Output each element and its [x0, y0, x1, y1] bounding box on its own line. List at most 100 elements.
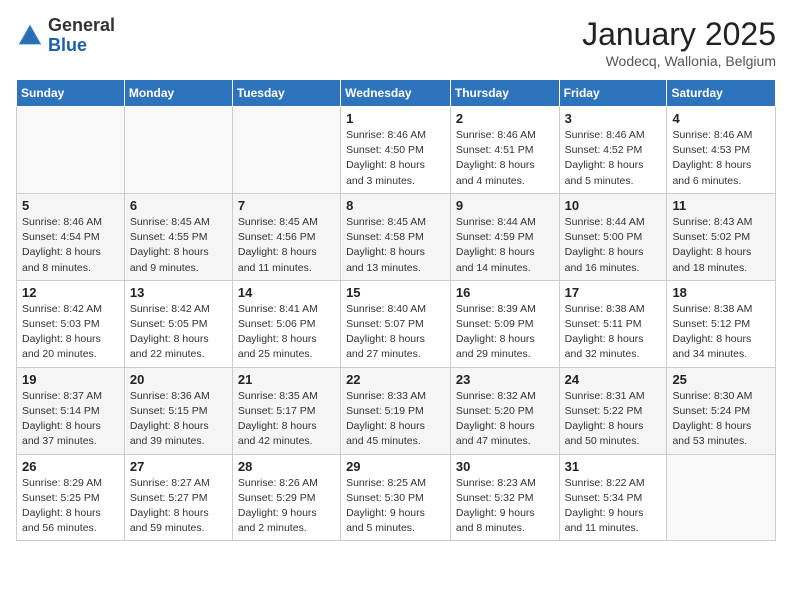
day-info: Sunrise: 8:40 AM Sunset: 5:07 PM Dayligh…: [346, 302, 445, 363]
logo-icon: [16, 22, 44, 50]
title-block: January 2025 Wodecq, Wallonia, Belgium: [582, 16, 776, 69]
calendar-cell: 25 Sunrise: 8:30 AM Sunset: 5:24 PM Dayli…: [667, 367, 776, 454]
day-number: 26: [22, 459, 119, 474]
day-info: Sunrise: 8:44 AM Sunset: 5:00 PM Dayligh…: [565, 215, 662, 276]
day-info: Sunrise: 8:27 AM Sunset: 5:27 PM Dayligh…: [130, 476, 227, 537]
calendar-cell: 16 Sunrise: 8:39 AM Sunset: 5:09 PM Dayli…: [450, 280, 559, 367]
day-number: 6: [130, 198, 227, 213]
calendar-cell: 5 Sunrise: 8:46 AM Sunset: 4:54 PM Daylig…: [17, 193, 125, 280]
calendar-cell: [232, 107, 340, 194]
day-number: 20: [130, 372, 227, 387]
day-info: Sunrise: 8:46 AM Sunset: 4:50 PM Dayligh…: [346, 128, 445, 189]
day-number: 30: [456, 459, 554, 474]
calendar-cell: 17 Sunrise: 8:38 AM Sunset: 5:11 PM Dayli…: [559, 280, 667, 367]
calendar-cell: 2 Sunrise: 8:46 AM Sunset: 4:51 PM Daylig…: [450, 107, 559, 194]
day-number: 25: [672, 372, 770, 387]
day-number: 10: [565, 198, 662, 213]
calendar-cell: 13 Sunrise: 8:42 AM Sunset: 5:05 PM Dayli…: [124, 280, 232, 367]
day-info: Sunrise: 8:35 AM Sunset: 5:17 PM Dayligh…: [238, 389, 335, 450]
month-title: January 2025: [582, 16, 776, 53]
header-day-friday: Friday: [559, 80, 667, 107]
calendar-cell: 11 Sunrise: 8:43 AM Sunset: 5:02 PM Dayli…: [667, 193, 776, 280]
calendar-cell: 1 Sunrise: 8:46 AM Sunset: 4:50 PM Daylig…: [341, 107, 451, 194]
day-info: Sunrise: 8:42 AM Sunset: 5:05 PM Dayligh…: [130, 302, 227, 363]
day-number: 15: [346, 285, 445, 300]
calendar-body: 1 Sunrise: 8:46 AM Sunset: 4:50 PM Daylig…: [17, 107, 776, 541]
day-number: 3: [565, 111, 662, 126]
day-number: 16: [456, 285, 554, 300]
calendar-week-1: 1 Sunrise: 8:46 AM Sunset: 4:50 PM Daylig…: [17, 107, 776, 194]
day-number: 14: [238, 285, 335, 300]
calendar-cell: 12Sunrise: 8:42 AM Sunset: 5:03 PM Dayli…: [17, 280, 125, 367]
day-number: 13: [130, 285, 227, 300]
calendar-cell: 31 Sunrise: 8:22 AM Sunset: 5:34 PM Dayli…: [559, 454, 667, 541]
day-info: Sunrise: 8:43 AM Sunset: 5:02 PM Dayligh…: [672, 215, 770, 276]
day-number: 21: [238, 372, 335, 387]
day-info: Sunrise: 8:46 AM Sunset: 4:53 PM Dayligh…: [672, 128, 770, 189]
header-day-saturday: Saturday: [667, 80, 776, 107]
day-number: 7: [238, 198, 335, 213]
calendar-week-2: 5 Sunrise: 8:46 AM Sunset: 4:54 PM Daylig…: [17, 193, 776, 280]
calendar-cell: 26Sunrise: 8:29 AM Sunset: 5:25 PM Dayli…: [17, 454, 125, 541]
header-day-tuesday: Tuesday: [232, 80, 340, 107]
calendar-week-3: 12Sunrise: 8:42 AM Sunset: 5:03 PM Dayli…: [17, 280, 776, 367]
calendar-cell: 29Sunrise: 8:25 AM Sunset: 5:30 PM Dayli…: [341, 454, 451, 541]
day-info: Sunrise: 8:38 AM Sunset: 5:11 PM Dayligh…: [565, 302, 662, 363]
calendar-cell: 9 Sunrise: 8:44 AM Sunset: 4:59 PM Daylig…: [450, 193, 559, 280]
calendar-header: SundayMondayTuesdayWednesdayThursdayFrid…: [17, 80, 776, 107]
day-info: Sunrise: 8:45 AM Sunset: 4:55 PM Dayligh…: [130, 215, 227, 276]
day-number: 29: [346, 459, 445, 474]
day-number: 9: [456, 198, 554, 213]
calendar-cell: 3 Sunrise: 8:46 AM Sunset: 4:52 PM Daylig…: [559, 107, 667, 194]
day-number: 8: [346, 198, 445, 213]
logo-text: General Blue: [48, 16, 115, 56]
day-number: 19: [22, 372, 119, 387]
header-day-thursday: Thursday: [450, 80, 559, 107]
calendar-cell: 22 Sunrise: 8:33 AM Sunset: 5:19 PM Dayli…: [341, 367, 451, 454]
day-number: 27: [130, 459, 227, 474]
calendar-cell: [124, 107, 232, 194]
day-info: Sunrise: 8:44 AM Sunset: 4:59 PM Dayligh…: [456, 215, 554, 276]
calendar-cell: 27 Sunrise: 8:27 AM Sunset: 5:27 PM Dayli…: [124, 454, 232, 541]
day-number: 31: [565, 459, 662, 474]
day-info: Sunrise: 8:45 AM Sunset: 4:58 PM Dayligh…: [346, 215, 445, 276]
day-info: Sunrise: 8:33 AM Sunset: 5:19 PM Dayligh…: [346, 389, 445, 450]
day-info: Sunrise: 8:46 AM Sunset: 4:51 PM Dayligh…: [456, 128, 554, 189]
day-number: 2: [456, 111, 554, 126]
day-info: Sunrise: 8:22 AM Sunset: 5:34 PM Dayligh…: [565, 476, 662, 537]
logo: General Blue: [16, 16, 115, 56]
day-number: 28: [238, 459, 335, 474]
day-info: Sunrise: 8:30 AM Sunset: 5:24 PM Dayligh…: [672, 389, 770, 450]
day-info: Sunrise: 8:45 AM Sunset: 4:56 PM Dayligh…: [238, 215, 335, 276]
day-info: Sunrise: 8:46 AM Sunset: 4:54 PM Dayligh…: [22, 215, 119, 276]
calendar-cell: 8 Sunrise: 8:45 AM Sunset: 4:58 PM Daylig…: [341, 193, 451, 280]
day-number: 22: [346, 372, 445, 387]
header-day-sunday: Sunday: [17, 80, 125, 107]
calendar: SundayMondayTuesdayWednesdayThursdayFrid…: [16, 79, 776, 541]
day-info: Sunrise: 8:46 AM Sunset: 4:52 PM Dayligh…: [565, 128, 662, 189]
calendar-cell: 20Sunrise: 8:36 AM Sunset: 5:15 PM Dayli…: [124, 367, 232, 454]
day-info: Sunrise: 8:42 AM Sunset: 5:03 PM Dayligh…: [22, 302, 119, 363]
calendar-cell: 19Sunrise: 8:37 AM Sunset: 5:14 PM Dayli…: [17, 367, 125, 454]
day-number: 5: [22, 198, 119, 213]
calendar-cell: 28 Sunrise: 8:26 AM Sunset: 5:29 PM Dayli…: [232, 454, 340, 541]
day-number: 4: [672, 111, 770, 126]
calendar-cell: [17, 107, 125, 194]
header-row: SundayMondayTuesdayWednesdayThursdayFrid…: [17, 80, 776, 107]
day-info: Sunrise: 8:26 AM Sunset: 5:29 PM Dayligh…: [238, 476, 335, 537]
calendar-cell: 6 Sunrise: 8:45 AM Sunset: 4:55 PM Daylig…: [124, 193, 232, 280]
day-number: 11: [672, 198, 770, 213]
calendar-cell: 23Sunrise: 8:32 AM Sunset: 5:20 PM Dayli…: [450, 367, 559, 454]
day-info: Sunrise: 8:39 AM Sunset: 5:09 PM Dayligh…: [456, 302, 554, 363]
calendar-cell: 10 Sunrise: 8:44 AM Sunset: 5:00 PM Dayli…: [559, 193, 667, 280]
day-number: 1: [346, 111, 445, 126]
day-info: Sunrise: 8:38 AM Sunset: 5:12 PM Dayligh…: [672, 302, 770, 363]
day-number: 18: [672, 285, 770, 300]
day-info: Sunrise: 8:23 AM Sunset: 5:32 PM Dayligh…: [456, 476, 554, 537]
calendar-week-4: 19Sunrise: 8:37 AM Sunset: 5:14 PM Dayli…: [17, 367, 776, 454]
day-number: 17: [565, 285, 662, 300]
header-day-monday: Monday: [124, 80, 232, 107]
calendar-cell: 24Sunrise: 8:31 AM Sunset: 5:22 PM Dayli…: [559, 367, 667, 454]
logo-blue: Blue: [48, 35, 87, 55]
calendar-cell: 4 Sunrise: 8:46 AM Sunset: 4:53 PM Daylig…: [667, 107, 776, 194]
